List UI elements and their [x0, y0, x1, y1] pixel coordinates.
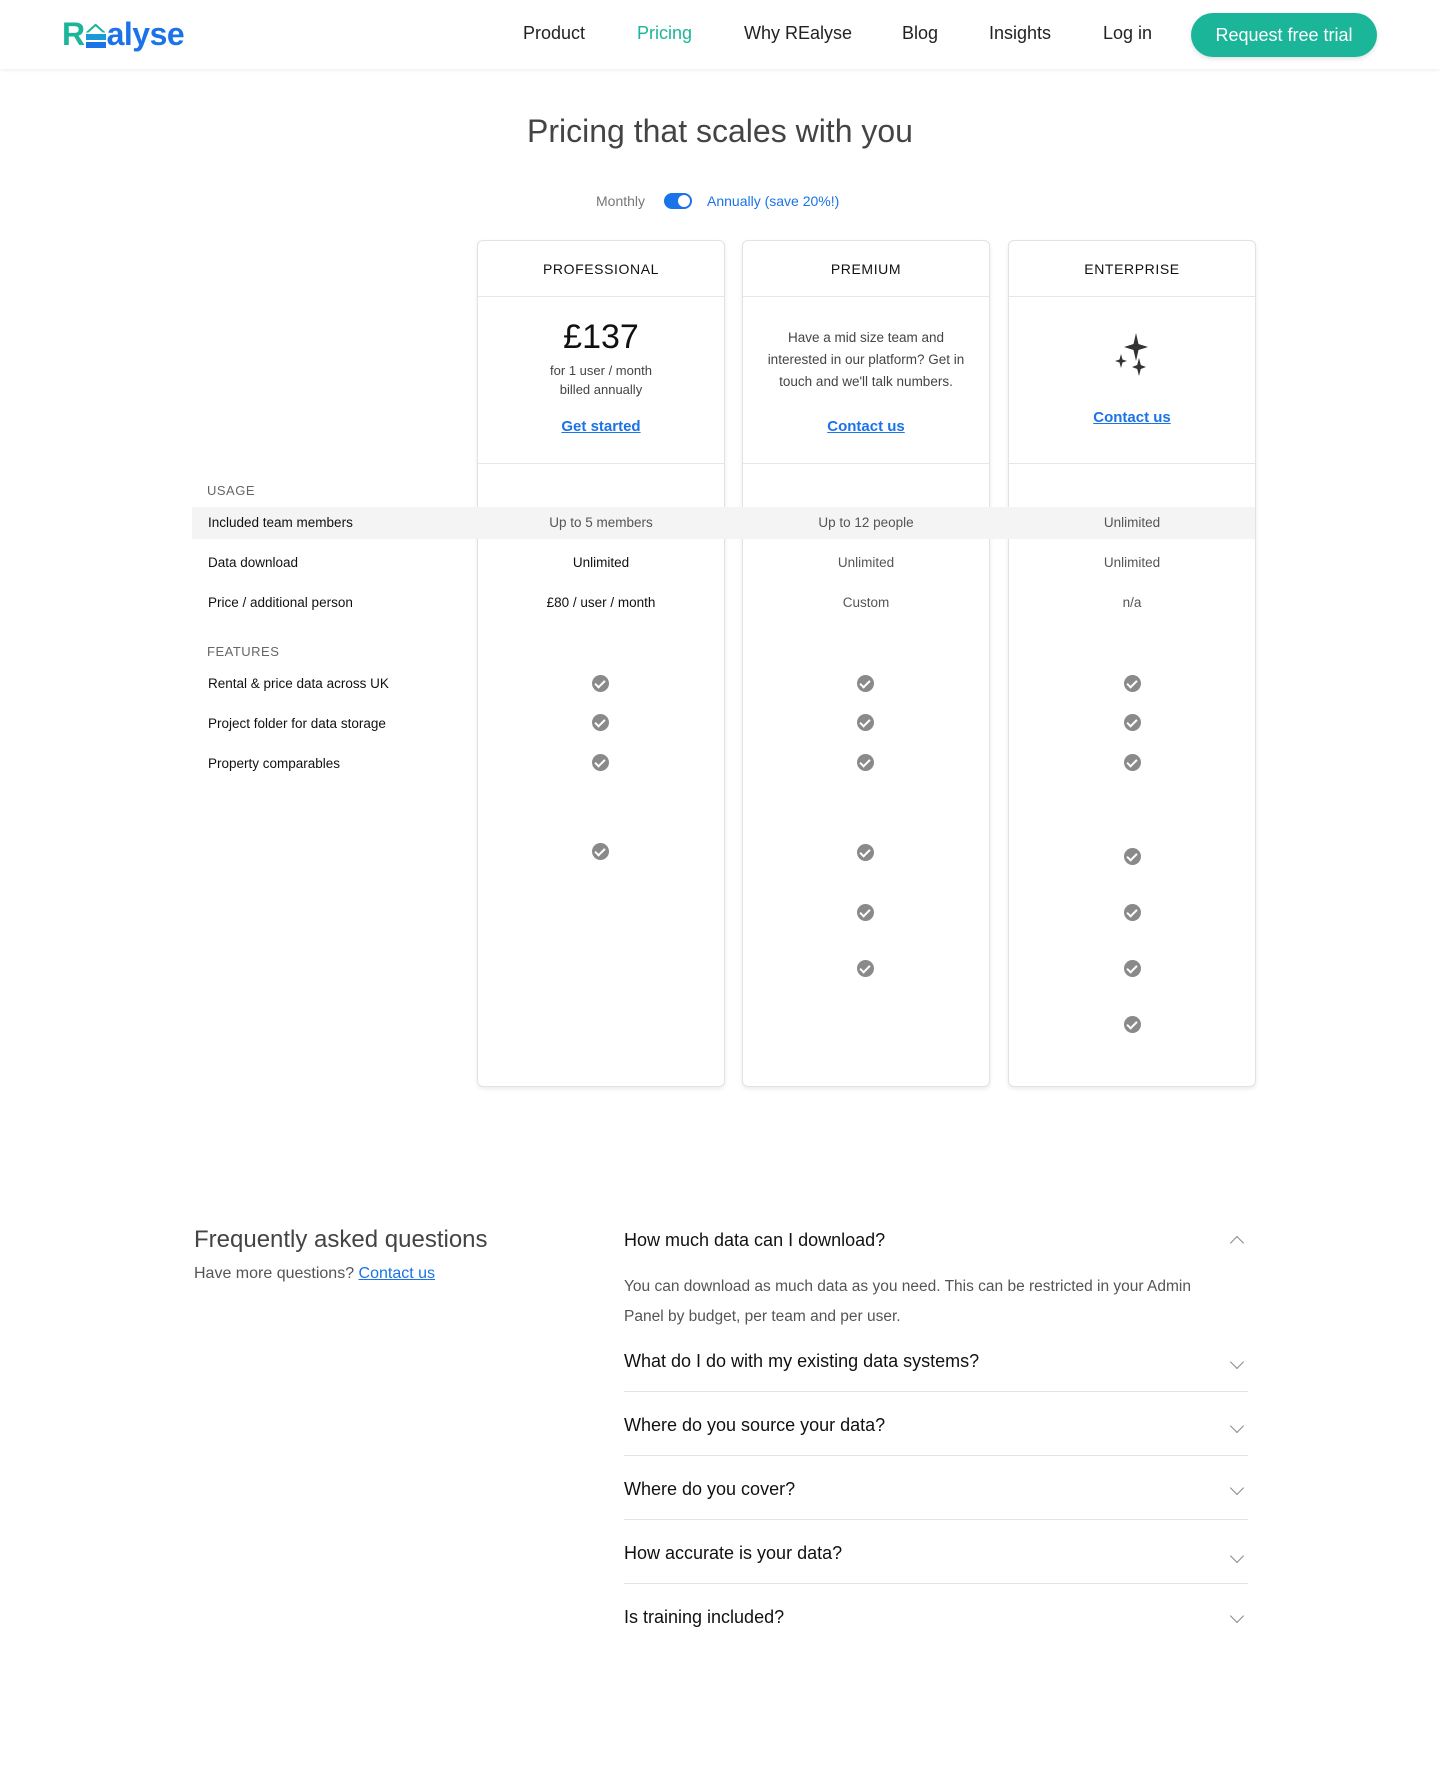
cell-value: Up to 5 members	[549, 515, 653, 530]
nav-insights[interactable]: Insights	[989, 23, 1051, 44]
plan-name: PROFESSIONAL	[478, 241, 724, 297]
faq-divider	[624, 1583, 1248, 1584]
faq-question[interactable]: Where do you cover?	[624, 1479, 795, 1500]
cell-value: Unlimited	[1103, 515, 1161, 530]
toggle-monthly-label[interactable]: Monthly	[596, 193, 645, 209]
row-label-data-download: Data download	[208, 555, 299, 570]
faq-item[interactable]: What do I do with my existing data syste…	[624, 1351, 1248, 1381]
page-title: Pricing that scales with you	[527, 113, 913, 149]
faq-divider	[624, 1519, 1248, 1520]
cell-value: Up to 12 people	[818, 515, 914, 530]
plan-price: £137	[563, 318, 639, 356]
faq-question[interactable]: How accurate is your data?	[624, 1543, 842, 1564]
nav-why-realyse[interactable]: Why REalyse	[744, 23, 852, 44]
check-icon	[1124, 960, 1141, 977]
site-header: R alyse Product Pricing Why REalyse Blog…	[0, 0, 1440, 69]
price-note-period: for 1 user / month	[550, 363, 652, 378]
check-icon	[1124, 1016, 1141, 1033]
chevron-down-icon[interactable]	[1229, 1480, 1245, 1496]
logo-text: alyse	[106, 16, 185, 52]
check-icon	[1124, 848, 1141, 865]
plan-summary: Contact us	[1009, 297, 1255, 464]
row-label-additional-person-price: Price / additional person	[208, 595, 353, 610]
chevron-down-icon[interactable]	[1229, 1608, 1245, 1624]
cell-value: Unlimited	[572, 555, 630, 570]
check-icon	[592, 675, 609, 692]
nav-pricing[interactable]: Pricing	[637, 23, 692, 44]
faq-title: Frequently asked questions	[194, 1226, 488, 1253]
switch-knob	[678, 195, 690, 207]
realyse-logo[interactable]: R alyse	[62, 16, 185, 53]
contact-us-link[interactable]: Contact us	[1009, 409, 1255, 426]
check-icon	[1124, 754, 1141, 771]
logo-letter: R	[62, 16, 85, 52]
row-label-project-folder: Project folder for data storage	[208, 716, 386, 731]
faq-item[interactable]: Where do you source your data?	[624, 1415, 1248, 1445]
price-note: for 1 user / month billed annually	[478, 361, 724, 399]
price-note-billing: billed annually	[559, 382, 643, 397]
check-icon	[857, 714, 874, 731]
faq-subtitle-text: Have more questions?	[194, 1265, 355, 1282]
cell-value: £80 / user / month	[546, 595, 656, 610]
faq-item[interactable]: How accurate is your data?	[624, 1543, 1248, 1573]
usage-section-label: USAGE	[207, 483, 256, 498]
logo-mark-icon	[85, 22, 106, 48]
features-section-label: FEATURES	[207, 644, 280, 659]
faq-contact-link[interactable]: Contact us	[359, 1265, 435, 1282]
faq-divider	[624, 1455, 1248, 1456]
faq-divider	[624, 1391, 1248, 1392]
request-trial-button[interactable]: Request free trial	[1191, 13, 1377, 57]
nav-product[interactable]: Product	[523, 23, 585, 44]
row-label-rental-price-data: Rental & price data across UK	[208, 676, 389, 691]
plan-name: ENTERPRISE	[1009, 241, 1255, 297]
row-label-property-comparables: Property comparables	[208, 756, 341, 771]
faq-item[interactable]: Is training included?	[624, 1607, 1248, 1637]
chevron-down-icon[interactable]	[1229, 1548, 1245, 1564]
nav-login[interactable]: Log in	[1103, 23, 1152, 44]
chevron-up-icon[interactable]	[1229, 1235, 1245, 1251]
cell-value: Custom	[842, 595, 890, 610]
check-icon	[857, 904, 874, 921]
chevron-down-icon[interactable]	[1229, 1354, 1245, 1370]
row-label-team-members: Included team members	[208, 515, 353, 530]
faq-question[interactable]: What do I do with my existing data syste…	[624, 1351, 979, 1372]
plan-summary: Have a mid size team and interested in o…	[743, 297, 989, 464]
cell-value: Unlimited	[837, 555, 895, 570]
check-icon	[592, 754, 609, 771]
plan-description: Have a mid size team and interested in o…	[767, 330, 965, 389]
cell-value: n/a	[1122, 595, 1142, 610]
chevron-down-icon[interactable]	[1229, 1418, 1245, 1434]
cell-value: Unlimited	[1103, 555, 1161, 570]
plan-name: PREMIUM	[743, 241, 989, 297]
billing-toggle: Monthly Annually (save 20%!)	[0, 190, 1440, 212]
check-icon	[1124, 904, 1141, 921]
check-icon	[592, 714, 609, 731]
check-icon	[857, 844, 874, 861]
faq-item[interactable]: How much data can I download? You can do…	[624, 1230, 1248, 1330]
faq-subtitle: Have more questions? Contact us	[194, 1265, 435, 1283]
check-icon	[857, 675, 874, 692]
get-started-link[interactable]: Get started	[478, 418, 724, 435]
faq-question[interactable]: How much data can I download?	[624, 1230, 885, 1251]
faq-question[interactable]: Is training included?	[624, 1607, 784, 1628]
plan-summary: £137 for 1 user / month billed annually …	[478, 297, 724, 464]
billing-switch[interactable]	[664, 193, 692, 209]
nav-blog[interactable]: Blog	[902, 23, 938, 44]
check-icon	[1124, 714, 1141, 731]
faq-answer: You can download as much data as you nee…	[624, 1278, 1191, 1325]
check-icon	[857, 960, 874, 977]
plan-card-professional: PROFESSIONAL £137 for 1 user / month bil…	[477, 240, 725, 1087]
toggle-annually-label[interactable]: Annually (save 20%!)	[707, 193, 839, 209]
faq-question[interactable]: Where do you source your data?	[624, 1415, 885, 1436]
check-icon	[592, 843, 609, 860]
check-icon	[857, 754, 874, 771]
sparkle-icon	[1115, 333, 1148, 376]
faq-item[interactable]: Where do you cover?	[624, 1479, 1248, 1509]
contact-us-link[interactable]: Contact us	[743, 418, 989, 435]
check-icon	[1124, 675, 1141, 692]
